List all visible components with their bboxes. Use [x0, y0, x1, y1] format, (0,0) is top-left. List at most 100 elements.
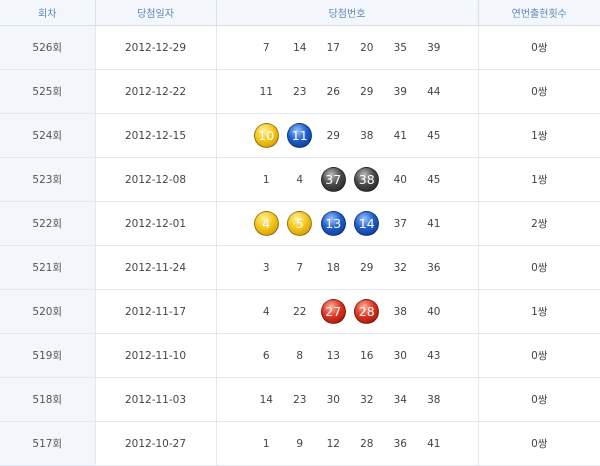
number-text: 45 — [427, 173, 441, 186]
table-row: 518회 2012-11-03 14 23 30 32 34 38 0쌍 — [0, 377, 600, 422]
number-slot: 32 — [384, 262, 418, 274]
round-cell: 521회 — [0, 245, 96, 290]
table-row: 519회 2012-11-10 6 8 13 16 30 43 0쌍 — [0, 333, 600, 378]
number-text: 12 — [326, 437, 340, 450]
number-text: 22 — [293, 305, 307, 318]
number-slot: 36 — [417, 262, 451, 274]
number-text: 45 — [427, 129, 441, 142]
number-text: 36 — [427, 261, 441, 274]
consecutive-count-cell: 0쌍 — [478, 421, 600, 466]
number-text: 6 — [262, 349, 270, 362]
number-slot: 28 — [350, 438, 384, 450]
number-text: 18 — [326, 261, 340, 274]
number-slot: 7 — [283, 262, 317, 274]
round-cell: 517회 — [0, 421, 96, 466]
number-slot: 9 — [283, 438, 317, 450]
number-ball-gray: 37 — [320, 167, 346, 192]
number-ball-yellow: 10 — [253, 123, 279, 148]
number-slot: 41 — [417, 218, 451, 230]
number-text: 1 — [262, 173, 270, 186]
number-slot: 28 — [350, 299, 384, 324]
winning-numbers: 7 14 17 20 35 39 — [217, 26, 478, 69]
number-text: 9 — [296, 437, 304, 450]
number-slot: 17 — [317, 42, 351, 54]
number-text: 29 — [360, 85, 374, 98]
header-row: 회차 당첨일자 당첨번호 연번출현횟수 — [0, 0, 600, 26]
table-row: 526회 2012-12-29 7 14 17 20 35 39 0쌍 — [0, 25, 600, 70]
number-text: 4 — [262, 305, 270, 318]
number-text: 14 — [293, 41, 307, 54]
number-slot: 38 — [384, 306, 418, 318]
number-slot: 34 — [384, 394, 418, 406]
number-slot: 14 — [250, 394, 284, 406]
number-ball-yellow: 5 — [287, 211, 313, 236]
round-cell: 526회 — [0, 25, 96, 70]
round-cell: 519회 — [0, 333, 96, 378]
winning-numbers: 11 23 26 29 39 44 — [217, 70, 478, 113]
table-row: 523회 2012-12-08 1 4 37 38 40 45 1쌍 — [0, 157, 600, 202]
number-ball-blue: 13 — [320, 211, 346, 236]
winning-numbers: 3 7 18 29 32 36 — [217, 246, 478, 289]
consecutive-count-cell: 1쌍 — [478, 289, 600, 334]
winning-numbers: 10 11 29 38 41 45 — [217, 114, 478, 157]
date-cell: 2012-11-17 — [95, 289, 217, 334]
number-slot: 27 — [317, 299, 351, 324]
number-slot: 1 — [250, 438, 284, 450]
number-text: 4 — [296, 173, 304, 186]
number-slot: 29 — [350, 262, 384, 274]
number-slot: 22 — [283, 306, 317, 318]
number-slot: 4 — [250, 306, 284, 318]
number-slot: 23 — [283, 86, 317, 98]
header-numbers: 당첨번호 — [216, 0, 479, 26]
number-ball-yellow: 4 — [253, 211, 279, 236]
round-cell: 524회 — [0, 113, 96, 158]
number-text: 34 — [393, 393, 407, 406]
number-slot: 4 — [250, 211, 284, 236]
number-slot: 40 — [417, 306, 451, 318]
number-slot: 12 — [317, 438, 351, 450]
number-slot: 30 — [317, 394, 351, 406]
winning-numbers: 14 23 30 32 34 38 — [217, 378, 478, 421]
number-slot: 7 — [250, 42, 284, 54]
consecutive-count-cell: 1쌍 — [478, 157, 600, 202]
number-slot: 40 — [384, 174, 418, 186]
consecutive-count-cell: 0쌍 — [478, 377, 600, 422]
number-slot: 5 — [283, 211, 317, 236]
number-ball-red: 28 — [354, 299, 380, 324]
date-cell: 2012-11-24 — [95, 245, 217, 290]
numbers-cell: 1 4 37 38 40 45 — [216, 157, 479, 202]
numbers-cell: 6 8 13 16 30 43 — [216, 333, 479, 378]
number-slot: 14 — [350, 211, 384, 236]
number-text: 23 — [293, 393, 307, 406]
date-cell: 2012-12-01 — [95, 201, 217, 246]
number-text: 14 — [259, 393, 273, 406]
consecutive-count-cell: 1쌍 — [478, 113, 600, 158]
number-text: 38 — [393, 305, 407, 318]
number-ball-blue: 11 — [287, 123, 313, 148]
number-text: 29 — [360, 261, 374, 274]
consecutive-count-cell: 0쌍 — [478, 245, 600, 290]
number-slot: 26 — [317, 86, 351, 98]
table-row: 520회 2012-11-17 4 22 27 28 38 40 1쌍 — [0, 289, 600, 334]
numbers-cell: 7 14 17 20 35 39 — [216, 25, 479, 70]
number-text: 41 — [427, 437, 441, 450]
number-slot: 32 — [350, 394, 384, 406]
number-text: 40 — [427, 305, 441, 318]
number-slot: 13 — [317, 350, 351, 362]
number-slot: 39 — [417, 42, 451, 54]
date-cell: 2012-12-22 — [95, 69, 217, 114]
winning-numbers: 6 8 13 16 30 43 — [217, 334, 478, 377]
consecutive-count-cell: 0쌍 — [478, 333, 600, 378]
round-cell: 522회 — [0, 201, 96, 246]
number-slot: 4 — [283, 174, 317, 186]
number-slot: 38 — [350, 130, 384, 142]
number-text: 16 — [360, 349, 374, 362]
number-text: 37 — [393, 217, 407, 230]
results-body: 526회 2012-12-29 7 14 17 20 35 39 0쌍 525회 2012-12-2… — [0, 25, 600, 466]
number-text: 32 — [360, 393, 374, 406]
date-cell: 2012-12-15 — [95, 113, 217, 158]
number-slot: 41 — [417, 438, 451, 450]
number-slot: 13 — [317, 211, 351, 236]
round-cell: 518회 — [0, 377, 96, 422]
number-slot: 38 — [417, 394, 451, 406]
